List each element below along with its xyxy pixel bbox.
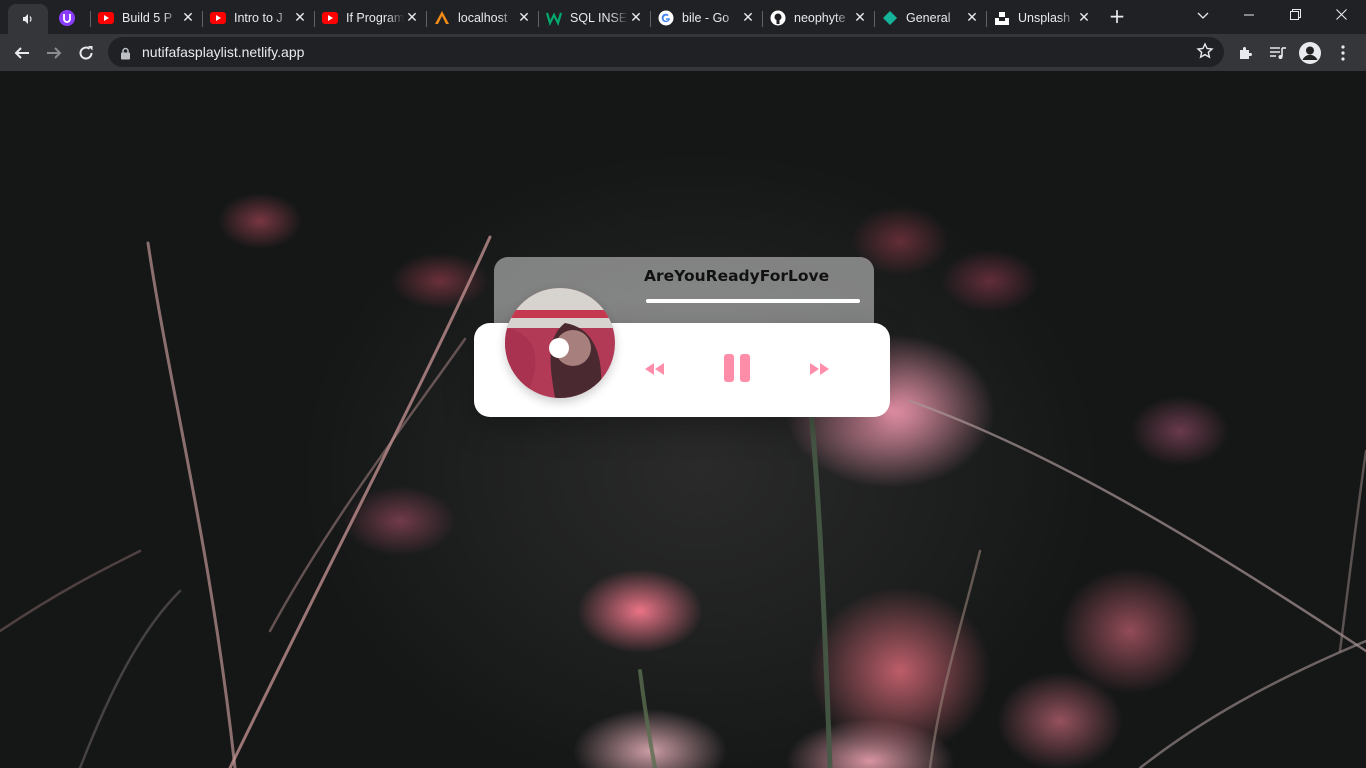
cover-center-hole bbox=[549, 338, 569, 358]
forward-button[interactable] bbox=[41, 40, 67, 66]
rewind-icon bbox=[645, 363, 664, 375]
browser-toolbar: nutifafasplaylist.netlify.app bbox=[0, 34, 1366, 71]
restore-button[interactable] bbox=[1272, 4, 1318, 28]
tab-close-icon[interactable]: ✕ bbox=[404, 10, 420, 26]
background-grass-stems bbox=[0, 235, 1366, 768]
tab[interactable]: Unsplash ✕ bbox=[986, 4, 1098, 32]
close-window-button[interactable] bbox=[1318, 4, 1364, 28]
avatar-icon bbox=[1299, 42, 1321, 64]
album-cover bbox=[505, 288, 615, 398]
tab[interactable]: Build 5 P ✕ bbox=[90, 4, 202, 32]
tab-title: localhost bbox=[458, 11, 508, 25]
new-tab-button[interactable]: + bbox=[1106, 6, 1128, 28]
media-control-button[interactable] bbox=[1265, 40, 1291, 66]
minimize-button[interactable] bbox=[1226, 4, 1272, 28]
tab-close-icon[interactable]: ✕ bbox=[852, 10, 868, 26]
tab-title: If Program bbox=[346, 11, 404, 25]
tab-title: Build 5 P bbox=[122, 11, 173, 25]
reload-icon bbox=[79, 46, 93, 60]
tab[interactable]: localhost ✕ bbox=[426, 4, 538, 32]
restore-icon bbox=[1289, 9, 1301, 20]
progress-bar[interactable] bbox=[646, 299, 860, 303]
song-title: AreYouReadyForLove bbox=[644, 267, 830, 285]
url-text: nutifafasplaylist.netlify.app bbox=[142, 44, 305, 60]
tab-title: Unsplash bbox=[1018, 11, 1071, 25]
tab-close-icon[interactable]: ✕ bbox=[740, 10, 756, 26]
tab-close-icon[interactable]: ✕ bbox=[516, 10, 532, 26]
google-icon bbox=[658, 10, 674, 26]
close-icon bbox=[1335, 9, 1347, 20]
tab[interactable]: General ✕ bbox=[874, 4, 986, 32]
youtube-icon bbox=[210, 10, 226, 26]
tab-title: Intro to J bbox=[234, 11, 283, 25]
forward-arrow-icon bbox=[47, 47, 62, 59]
kebab-menu-icon bbox=[1341, 45, 1345, 61]
tab[interactable]: Intro to J ✕ bbox=[202, 4, 314, 32]
extensions-button[interactable] bbox=[1233, 40, 1259, 66]
tab-title: bile - Go bbox=[682, 11, 730, 25]
profile-avatar[interactable] bbox=[1297, 40, 1323, 66]
pause-button[interactable] bbox=[723, 353, 751, 383]
diamond-icon bbox=[882, 10, 898, 26]
speaker-icon bbox=[23, 14, 32, 24]
tab-close-icon[interactable]: ✕ bbox=[1076, 10, 1092, 26]
tab-search-button[interactable] bbox=[1180, 4, 1226, 28]
lock-icon bbox=[120, 45, 131, 64]
fast-forward-icon bbox=[810, 363, 829, 375]
bookmark-star-icon[interactable] bbox=[1196, 42, 1214, 64]
tab-close-icon[interactable]: ✕ bbox=[628, 10, 644, 26]
tab-audio-playing[interactable] bbox=[8, 4, 48, 34]
menu-button[interactable] bbox=[1330, 40, 1356, 66]
puzzle-icon bbox=[1240, 47, 1252, 59]
address-bar[interactable]: nutifafasplaylist.netlify.app bbox=[108, 37, 1224, 67]
tab-close-icon[interactable]: ✕ bbox=[292, 10, 308, 26]
minimize-icon bbox=[1244, 14, 1254, 16]
tab-pinned-extension[interactable] bbox=[56, 7, 78, 29]
tab-close-icon[interactable]: ✕ bbox=[964, 10, 980, 26]
tab-title: neophyte bbox=[794, 11, 846, 25]
w3schools-icon bbox=[546, 10, 562, 26]
tab-title: SQL INSE bbox=[570, 11, 628, 25]
u-badge-icon bbox=[59, 10, 75, 26]
tab-strip: Build 5 P ✕ Intro to J ✕ If Program ✕ lo… bbox=[0, 0, 1366, 34]
youtube-icon bbox=[322, 10, 338, 26]
tab-close-icon[interactable]: ✕ bbox=[180, 10, 196, 26]
back-button[interactable] bbox=[9, 40, 35, 66]
youtube-icon bbox=[98, 10, 114, 26]
tab[interactable]: SQL INSE ✕ bbox=[538, 4, 650, 32]
chevron-down-icon bbox=[1197, 12, 1209, 19]
tab[interactable]: If Program ✕ bbox=[314, 4, 426, 32]
page-background bbox=[0, 71, 1366, 768]
github-icon bbox=[770, 10, 786, 26]
tab-title: General bbox=[906, 11, 951, 25]
playlist-icon bbox=[1270, 47, 1286, 59]
xampp-icon bbox=[434, 10, 450, 26]
back-arrow-icon bbox=[14, 47, 29, 59]
tab[interactable]: neophyte ✕ bbox=[762, 4, 874, 32]
previous-button[interactable] bbox=[642, 359, 666, 379]
next-button[interactable] bbox=[808, 359, 832, 379]
tab[interactable]: bile - Go ✕ bbox=[650, 4, 762, 32]
pause-icon bbox=[724, 354, 750, 382]
reload-button[interactable] bbox=[73, 40, 99, 66]
unsplash-icon bbox=[994, 10, 1010, 26]
